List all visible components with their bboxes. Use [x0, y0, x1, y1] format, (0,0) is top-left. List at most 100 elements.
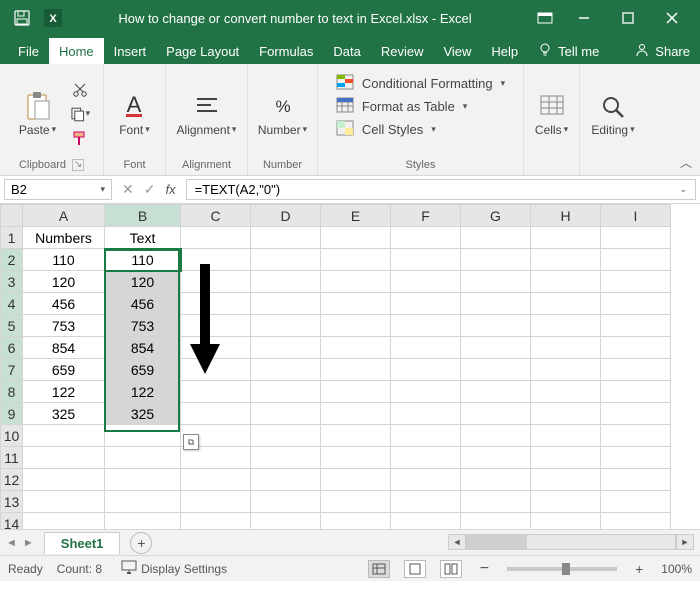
- cell[interactable]: [461, 447, 531, 469]
- cell[interactable]: [105, 447, 181, 469]
- cell[interactable]: [601, 491, 671, 513]
- cell[interactable]: [181, 491, 251, 513]
- scroll-left-icon[interactable]: ◄: [448, 534, 466, 550]
- sheet-nav-prev-icon[interactable]: ◄: [6, 537, 17, 549]
- cell[interactable]: 110: [23, 249, 105, 271]
- tell-me[interactable]: Tell me: [528, 43, 609, 64]
- cells-button[interactable]: Cells▾: [529, 89, 574, 139]
- cell[interactable]: [181, 403, 251, 425]
- cell[interactable]: 120: [23, 271, 105, 293]
- cell[interactable]: [23, 425, 105, 447]
- normal-view-button[interactable]: [368, 560, 390, 578]
- cell[interactable]: [321, 491, 391, 513]
- cell[interactable]: [531, 315, 601, 337]
- row-header[interactable]: 11: [1, 447, 23, 469]
- row-header[interactable]: 5: [1, 315, 23, 337]
- cell[interactable]: [251, 249, 321, 271]
- row-header[interactable]: 7: [1, 359, 23, 381]
- font-button[interactable]: A Font▾: [113, 89, 156, 139]
- cell[interactable]: 456: [105, 293, 181, 315]
- zoom-level[interactable]: 100%: [661, 562, 692, 576]
- select-all-corner[interactable]: [1, 205, 23, 227]
- cell[interactable]: 753: [105, 315, 181, 337]
- cancel-formula-icon[interactable]: ✕: [122, 181, 134, 198]
- cell[interactable]: [391, 491, 461, 513]
- cell[interactable]: [461, 425, 531, 447]
- cell[interactable]: [461, 513, 531, 530]
- cell[interactable]: [251, 227, 321, 249]
- cell[interactable]: [251, 359, 321, 381]
- cell[interactable]: [601, 469, 671, 491]
- chevron-down-icon[interactable]: ▾: [100, 184, 105, 195]
- cell[interactable]: [321, 447, 391, 469]
- display-settings-button[interactable]: Display Settings: [116, 559, 232, 578]
- tab-page-layout[interactable]: Page Layout: [156, 38, 249, 64]
- cell[interactable]: [321, 227, 391, 249]
- cell[interactable]: [601, 293, 671, 315]
- tab-home[interactable]: Home: [49, 38, 104, 64]
- cell[interactable]: [251, 293, 321, 315]
- cell[interactable]: 659: [23, 359, 105, 381]
- row-header[interactable]: 4: [1, 293, 23, 315]
- cell[interactable]: [181, 381, 251, 403]
- cell[interactable]: 120: [105, 271, 181, 293]
- cell[interactable]: [391, 315, 461, 337]
- cell[interactable]: [461, 249, 531, 271]
- cell[interactable]: [601, 271, 671, 293]
- cell[interactable]: [251, 337, 321, 359]
- cell[interactable]: Text: [105, 227, 181, 249]
- cell[interactable]: [601, 315, 671, 337]
- cell[interactable]: [181, 513, 251, 530]
- cell[interactable]: 659: [105, 359, 181, 381]
- row-header[interactable]: 6: [1, 337, 23, 359]
- scroll-track[interactable]: [466, 534, 676, 550]
- cell[interactable]: [321, 425, 391, 447]
- tab-formulas[interactable]: Formulas: [249, 38, 323, 64]
- row-header[interactable]: 8: [1, 381, 23, 403]
- cell[interactable]: [531, 271, 601, 293]
- cell[interactable]: [391, 337, 461, 359]
- cell[interactable]: [601, 403, 671, 425]
- cell[interactable]: [461, 271, 531, 293]
- cell[interactable]: [601, 249, 671, 271]
- row-header[interactable]: 14: [1, 513, 23, 530]
- col-header[interactable]: C: [181, 205, 251, 227]
- row-header[interactable]: 1: [1, 227, 23, 249]
- clipboard-launcher[interactable]: ↘: [72, 159, 84, 171]
- cell[interactable]: [251, 469, 321, 491]
- cell[interactable]: [251, 425, 321, 447]
- col-header[interactable]: D: [251, 205, 321, 227]
- scroll-thumb[interactable]: [467, 535, 527, 549]
- number-button[interactable]: % Number▾: [252, 89, 313, 139]
- cell[interactable]: [321, 315, 391, 337]
- cell[interactable]: [461, 337, 531, 359]
- formula-bar[interactable]: =TEXT(A2,"0")⌄: [186, 179, 696, 200]
- cell[interactable]: 456: [23, 293, 105, 315]
- cell[interactable]: [461, 359, 531, 381]
- sheet-tab[interactable]: Sheet1: [44, 532, 121, 554]
- col-header[interactable]: E: [321, 205, 391, 227]
- col-header[interactable]: G: [461, 205, 531, 227]
- cell[interactable]: [461, 293, 531, 315]
- alignment-button[interactable]: Alignment▾: [171, 89, 243, 139]
- col-header[interactable]: F: [391, 205, 461, 227]
- name-box[interactable]: B2▾: [4, 179, 112, 200]
- copy-button[interactable]: ▾: [70, 105, 90, 123]
- cell[interactable]: [321, 293, 391, 315]
- cell[interactable]: [531, 425, 601, 447]
- zoom-in-button[interactable]: +: [631, 561, 647, 577]
- cell[interactable]: [601, 381, 671, 403]
- row-header[interactable]: 3: [1, 271, 23, 293]
- cell[interactable]: [391, 425, 461, 447]
- cell[interactable]: [321, 513, 391, 530]
- cell[interactable]: [391, 469, 461, 491]
- ribbon-display-options-icon[interactable]: [528, 0, 562, 36]
- cell[interactable]: [105, 469, 181, 491]
- new-sheet-button[interactable]: +: [130, 532, 152, 554]
- cell[interactable]: [531, 469, 601, 491]
- tab-help[interactable]: Help: [481, 38, 528, 64]
- sheet-nav-next-icon[interactable]: ►: [23, 537, 34, 549]
- cell[interactable]: [531, 491, 601, 513]
- cell[interactable]: [601, 359, 671, 381]
- cell[interactable]: [251, 447, 321, 469]
